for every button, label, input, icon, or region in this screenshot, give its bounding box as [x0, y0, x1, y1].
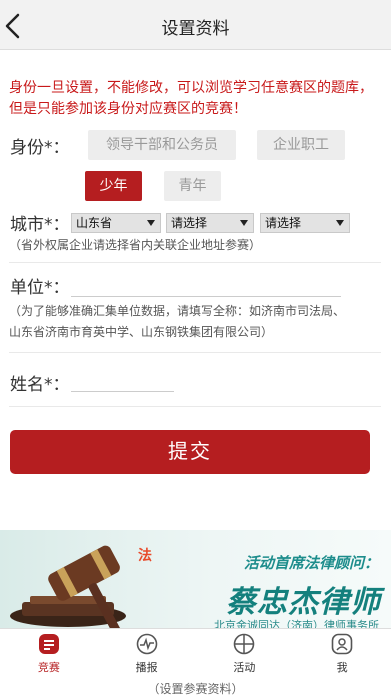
top-bar: 设置资料 [0, 0, 391, 50]
contest-icon [38, 634, 59, 654]
identity-option-young-adult[interactable]: 青年 [164, 171, 221, 201]
city-select-value: 请选择 [171, 216, 208, 230]
identity-option-official[interactable]: 领导干部和公务员 [88, 130, 236, 160]
district-select-value: 请选择 [265, 216, 302, 230]
unit-input[interactable] [71, 275, 341, 297]
notice-text: 身份一旦设置，不能修改，可以浏览学习任意赛区的题库，但是只能参加该身份对应赛区的… [9, 80, 373, 117]
banner-lawyer-name: 蔡忠杰律师 [226, 585, 381, 620]
city-hint: （省外权属企业请选择省内关联企业地址参赛） [9, 238, 262, 252]
tab-profile[interactable]: 我 [293, 629, 391, 678]
tab-activity[interactable]: 活动 [196, 629, 294, 678]
identity-option-employee[interactable]: 企业职工 [257, 130, 345, 160]
name-label: 姓名*： [10, 375, 70, 395]
bottom-tab-bar: 竞赛 播报 活动 我 [0, 628, 391, 678]
unit-label: 单位*： [10, 278, 70, 298]
dropdown-arrow-icon [240, 220, 248, 226]
identity-option-youth-selected[interactable]: 少年 [85, 171, 142, 201]
screen: 设置资料 身份一旦设置，不能修改，可以浏览学习任意赛区的题库，但是只能参加该身份… [0, 0, 391, 698]
city-select[interactable]: 请选择 [166, 213, 254, 233]
province-select[interactable]: 山东省 [71, 213, 161, 233]
unit-hint-line2: 山东省济南市育英中学、山东钢铁集团有限公司） [9, 325, 274, 339]
tab-broadcast[interactable]: 播报 [98, 629, 196, 678]
banner-title: 活动首席法律顾问： [243, 554, 379, 572]
name-input[interactable] [71, 370, 174, 392]
broadcast-icon [136, 633, 157, 655]
province-select-value: 山东省 [76, 216, 113, 230]
svg-text:法: 法 [138, 547, 152, 564]
district-select[interactable]: 请选择 [260, 213, 350, 233]
profile-icon [331, 633, 353, 655]
identity-label: 身份*： [10, 138, 70, 158]
divider [9, 352, 381, 353]
tab-broadcast-label: 播报 [135, 661, 158, 674]
tab-activity-label: 活动 [233, 661, 256, 674]
divider [9, 406, 381, 407]
gavel-icon: 法 [10, 545, 152, 630]
tab-contest[interactable]: 竞赛 [0, 629, 98, 678]
tab-contest-label: 竞赛 [37, 661, 60, 674]
activity-icon [234, 633, 255, 655]
lawyer-banner[interactable]: 法 活动首席法律顾问： 蔡忠杰律师 北京金诚同达（济南）律师事务所 [0, 530, 391, 630]
divider [9, 262, 381, 263]
submit-button[interactable]: 提交 [10, 430, 370, 474]
dropdown-arrow-icon [147, 220, 155, 226]
dropdown-arrow-icon [336, 220, 344, 226]
unit-hint-line1: （为了能够准确汇集单位数据，请填写全称：如济南市司法局、 [9, 304, 346, 318]
city-label: 城市*： [10, 215, 70, 235]
screenshot-caption: （设置参赛资料） [147, 682, 244, 696]
page-title: 设置资料 [161, 19, 230, 39]
tab-profile-label: 我 [336, 661, 348, 674]
